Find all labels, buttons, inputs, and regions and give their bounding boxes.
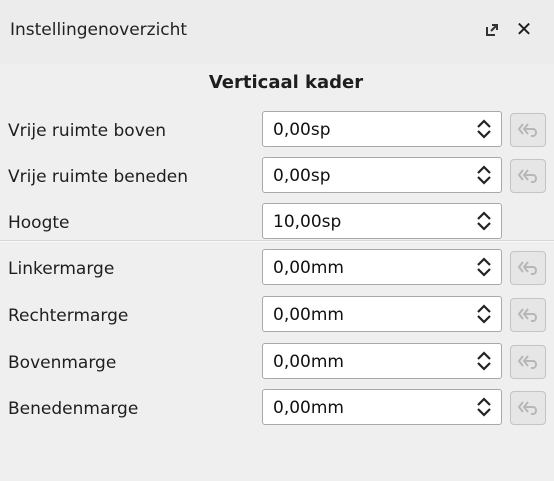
row-vrije-ruimte-beneden: Vrije ruimte beneden 0,00sp <box>0 157 554 197</box>
row-bovenmarge: Bovenmarge 0,00mm <box>0 343 554 383</box>
section-divider <box>0 240 554 242</box>
reset-icon <box>517 401 537 415</box>
panel-titlebar: Instellingenoverzicht ✕ <box>0 0 554 64</box>
up-down-arrows-icon[interactable] <box>475 256 493 278</box>
spinbox-linkermarge[interactable]: 0,00mm <box>262 249 502 285</box>
spinbox-value: 0,00mm <box>273 258 344 278</box>
section-title: Verticaal kader <box>208 72 364 93</box>
field-label: Benedenmarge <box>8 399 139 419</box>
spinbox-value: 0,00sp <box>273 120 331 140</box>
field-label: Vrije ruimte beneden <box>8 167 189 187</box>
reset-button-vrije-ruimte-beneden[interactable] <box>510 159 546 193</box>
up-down-arrows-icon[interactable] <box>475 396 493 418</box>
spinbox-value: 0,00mm <box>273 352 344 372</box>
reset-button-linkermarge[interactable] <box>510 251 546 285</box>
reset-icon <box>517 355 537 369</box>
up-down-arrows-icon[interactable] <box>475 164 493 186</box>
reset-button-vrije-ruimte-boven[interactable] <box>510 113 546 147</box>
reset-icon <box>517 261 537 275</box>
up-down-arrows-icon[interactable] <box>475 303 493 325</box>
row-vrije-ruimte-boven: Vrije ruimte boven 0,00sp <box>0 111 554 151</box>
up-down-arrows-icon[interactable] <box>475 118 493 140</box>
row-benedenmarge: Benedenmarge 0,00mm <box>0 389 554 429</box>
field-label: Vrije ruimte boven <box>8 121 166 141</box>
panel-title: Instellingenoverzicht <box>10 20 188 40</box>
row-rechtermarge: Rechtermarge 0,00mm <box>0 296 554 336</box>
up-down-arrows-icon[interactable] <box>475 210 493 232</box>
undock-icon[interactable] <box>484 22 500 38</box>
spinbox-bovenmarge[interactable]: 0,00mm <box>262 343 502 379</box>
up-down-arrows-icon[interactable] <box>475 350 493 372</box>
field-label: Hoogte <box>8 213 70 233</box>
row-hoogte: Hoogte 10,00sp <box>0 203 554 243</box>
spinbox-vrije-ruimte-beneden[interactable]: 0,00sp <box>262 157 502 193</box>
spinbox-benedenmarge[interactable]: 0,00mm <box>262 389 502 425</box>
reset-icon <box>517 123 537 137</box>
field-label: Linkermarge <box>8 259 115 279</box>
spinbox-value: 10,00sp <box>273 212 342 232</box>
field-label: Rechtermarge <box>8 306 129 326</box>
properties-panel: Instellingenoverzicht ✕ Verticaal kader … <box>0 0 554 481</box>
spinbox-hoogte[interactable]: 10,00sp <box>262 203 502 239</box>
field-label: Bovenmarge <box>8 353 117 373</box>
reset-button-bovenmarge[interactable] <box>510 345 546 379</box>
row-linkermarge: Linkermarge 0,00mm <box>0 249 554 289</box>
spinbox-value: 0,00mm <box>273 398 344 418</box>
spinbox-value: 0,00sp <box>273 166 331 186</box>
reset-button-rechtermarge[interactable] <box>510 298 546 332</box>
spinbox-value: 0,00mm <box>273 305 344 325</box>
close-icon[interactable]: ✕ <box>514 19 534 39</box>
spinbox-rechtermarge[interactable]: 0,00mm <box>262 296 502 332</box>
spinbox-vrije-ruimte-boven[interactable]: 0,00sp <box>262 111 502 147</box>
reset-icon <box>517 308 537 322</box>
reset-button-benedenmarge[interactable] <box>510 391 546 425</box>
reset-icon <box>517 169 537 183</box>
